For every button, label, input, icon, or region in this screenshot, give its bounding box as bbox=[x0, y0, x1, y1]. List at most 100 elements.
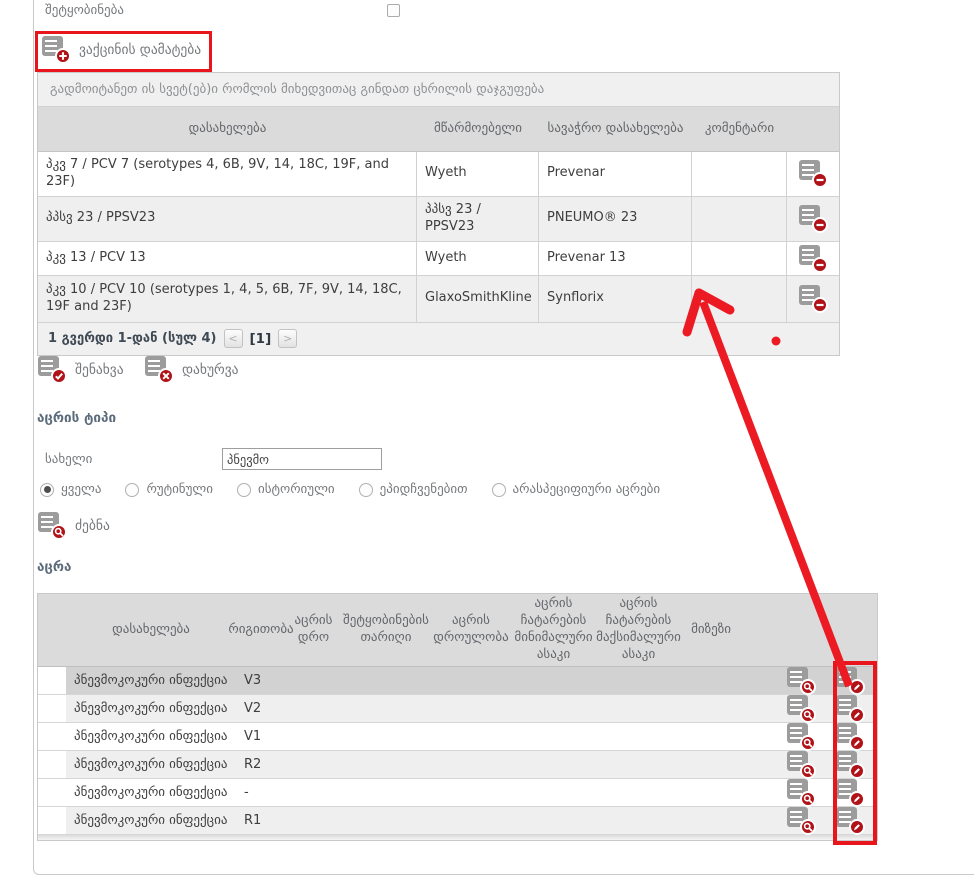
radio-nonspecific[interactable]: არასპეციფიური აცრები bbox=[492, 482, 661, 497]
cell-comment bbox=[692, 197, 787, 241]
radio-circle-icon bbox=[492, 483, 506, 497]
document-pencil-icon bbox=[836, 667, 864, 694]
document-magnifier-icon bbox=[38, 512, 66, 539]
radio-historical[interactable]: ისტორიული bbox=[237, 482, 335, 497]
vaccination-type-heading: აცრის ტიპი bbox=[37, 410, 116, 426]
table-row: პნევმოკოკური ინფექცია V1 bbox=[38, 723, 877, 751]
cell-manufacturer: Wyeth bbox=[417, 242, 539, 275]
view-row-button[interactable] bbox=[787, 807, 815, 834]
cell-name: პნევმოკოკური ინფექცია bbox=[66, 807, 236, 834]
view-row-button[interactable] bbox=[787, 723, 815, 750]
add-vaccine-button[interactable]: ვაქცინის დამატება bbox=[42, 36, 201, 63]
edit-row-button[interactable] bbox=[836, 723, 864, 750]
vaccination-type-radios: ყველა რუტინული ისტორიული ეპიდჩვენებით არ… bbox=[40, 482, 660, 497]
document-minus-icon bbox=[799, 285, 827, 312]
edit-row-button[interactable] bbox=[836, 779, 864, 806]
col-header-name[interactable]: დასახელება bbox=[38, 107, 417, 151]
vaccine-table: გადმოიტანეთ ის სვეტ(ებ)ი რომლის მიხედვით… bbox=[37, 72, 840, 356]
document-minus-icon bbox=[799, 160, 827, 187]
cell-serial: V3 bbox=[236, 667, 286, 694]
col-header-manufacturer[interactable]: მწარმოებელი bbox=[417, 107, 539, 151]
cell-comment bbox=[692, 276, 787, 322]
pager-next-button[interactable]: > bbox=[278, 329, 297, 348]
view-row-button[interactable] bbox=[787, 667, 815, 694]
document-cross-icon bbox=[145, 356, 173, 383]
cell-trade-name: Prevenar bbox=[539, 152, 692, 196]
cell-manufacturer: პპსვ 23 / PPSV23 bbox=[417, 197, 539, 241]
save-label: შენახვა bbox=[75, 362, 124, 378]
cell-manufacturer: Wyeth bbox=[417, 152, 539, 196]
cell-comment bbox=[692, 242, 787, 275]
delete-row-button[interactable] bbox=[799, 245, 827, 272]
cell-trade-name: Prevenar 13 bbox=[539, 242, 692, 275]
pager: 1 გვერდი 1-დან (სულ 4) < [1] > bbox=[38, 323, 839, 355]
delete-row-button[interactable] bbox=[799, 205, 827, 232]
col-header-trade-name[interactable]: სავაჭრო დასახელება bbox=[539, 107, 692, 151]
col-header-comment[interactable]: კომენტარი bbox=[692, 107, 787, 151]
cell-name: პკვ 10 / PCV 10 (serotypes 1, 4, 5, 6B, … bbox=[38, 276, 417, 322]
document-minus-icon bbox=[799, 205, 827, 232]
table-row: პპსვ 23 / PPSV23 პპსვ 23 / PPSV23 PNEUMO… bbox=[38, 197, 839, 242]
radio-epidemic[interactable]: ეპიდჩვენებით bbox=[359, 482, 468, 497]
view-row-button[interactable] bbox=[787, 695, 815, 722]
edit-row-button[interactable] bbox=[836, 695, 864, 722]
delete-row-button[interactable] bbox=[799, 285, 827, 312]
col-header-timeliness[interactable]: აცრის დროულობა bbox=[431, 594, 511, 666]
cell-serial: V1 bbox=[236, 723, 286, 750]
col-header-name[interactable]: დასახელება bbox=[66, 594, 236, 666]
group-by-hint: გადმოიტანეთ ის სვეტ(ებ)ი რომლის მიხედვით… bbox=[38, 73, 839, 107]
cell-name: პნევმოკოკური ინფექცია bbox=[66, 751, 236, 778]
view-row-button[interactable] bbox=[787, 751, 815, 778]
col-header-min-age[interactable]: აცრის ჩატარების მინიმალური ასაკი bbox=[511, 594, 596, 666]
pager-current-page[interactable]: [1] bbox=[250, 331, 272, 347]
cell-name: პნევმოკოკური ინფექცია bbox=[66, 723, 236, 750]
vaccination-table: დასახელება რიგითობა აცრის დრო შეტყობინებ… bbox=[37, 593, 878, 841]
radio-circle-icon bbox=[40, 483, 54, 497]
document-magnifier-icon bbox=[787, 667, 815, 694]
document-magnifier-icon bbox=[787, 723, 815, 750]
search-label: ძებნა bbox=[75, 518, 110, 534]
col-header-actions bbox=[787, 107, 839, 151]
col-header-notif-date[interactable]: შეტყობინების თარიღი bbox=[341, 594, 431, 666]
col-header-reason[interactable]: მიზეზი bbox=[681, 594, 741, 666]
col-header-serial[interactable]: რიგითობა bbox=[236, 594, 286, 666]
edit-row-button[interactable] bbox=[836, 667, 864, 694]
cell-name: პკვ 7 / PCV 7 (serotypes 4, 6B, 9V, 14, … bbox=[38, 152, 417, 196]
document-pencil-icon bbox=[836, 695, 864, 722]
cell-serial: - bbox=[236, 779, 286, 806]
vaccine-table-header: დასახელება მწარმოებელი სავაჭრო დასახელებ… bbox=[38, 107, 839, 152]
pager-prev-button[interactable]: < bbox=[224, 329, 243, 348]
edit-row-button[interactable] bbox=[836, 751, 864, 778]
cell-name: პნევმოკოკური ინფექცია bbox=[66, 667, 236, 694]
cell-name: პნევმოკოკური ინფექცია bbox=[66, 779, 236, 806]
document-plus-icon bbox=[42, 36, 70, 63]
col-header-vacc-time[interactable]: აცრის დრო bbox=[286, 594, 341, 666]
document-pencil-icon bbox=[836, 807, 864, 834]
document-pencil-icon bbox=[836, 751, 864, 778]
document-pencil-icon bbox=[836, 723, 864, 750]
edit-row-button[interactable] bbox=[836, 807, 864, 834]
cell-trade-name: Synflorix bbox=[539, 276, 692, 322]
name-field-label: სახელი bbox=[45, 452, 92, 467]
table-row: პკვ 7 / PCV 7 (serotypes 4, 6B, 9V, 14, … bbox=[38, 152, 839, 197]
cell-trade-name: PNEUMO® 23 bbox=[539, 197, 692, 241]
name-input[interactable] bbox=[222, 448, 382, 470]
notification-checkbox[interactable] bbox=[387, 4, 400, 17]
search-button[interactable]: ძებნა bbox=[38, 512, 110, 539]
radio-routine[interactable]: რუტინული bbox=[125, 482, 213, 497]
col-header-max-age[interactable]: აცრის ჩატარების მაქსიმალური ასაკი bbox=[596, 594, 681, 666]
delete-row-button[interactable] bbox=[799, 160, 827, 187]
document-pencil-icon bbox=[836, 779, 864, 806]
table-row-selected: პნევმოკოკური ინფექცია V3 bbox=[38, 667, 877, 695]
notification-label: შეტყობინება bbox=[45, 3, 124, 18]
cell-name: პპსვ 23 / PPSV23 bbox=[38, 197, 417, 241]
radio-all[interactable]: ყველა bbox=[40, 482, 101, 497]
document-magnifier-icon bbox=[787, 695, 815, 722]
document-magnifier-icon bbox=[787, 779, 815, 806]
vaccination-heading: აცრა bbox=[37, 559, 71, 575]
view-row-button[interactable] bbox=[787, 779, 815, 806]
cell-name: პკვ 13 / PCV 13 bbox=[38, 242, 417, 275]
close-button[interactable]: დახურვა bbox=[145, 356, 239, 383]
table-row: პკვ 13 / PCV 13 Wyeth Prevenar 13 bbox=[38, 242, 839, 276]
save-button[interactable]: შენახვა bbox=[38, 356, 124, 383]
